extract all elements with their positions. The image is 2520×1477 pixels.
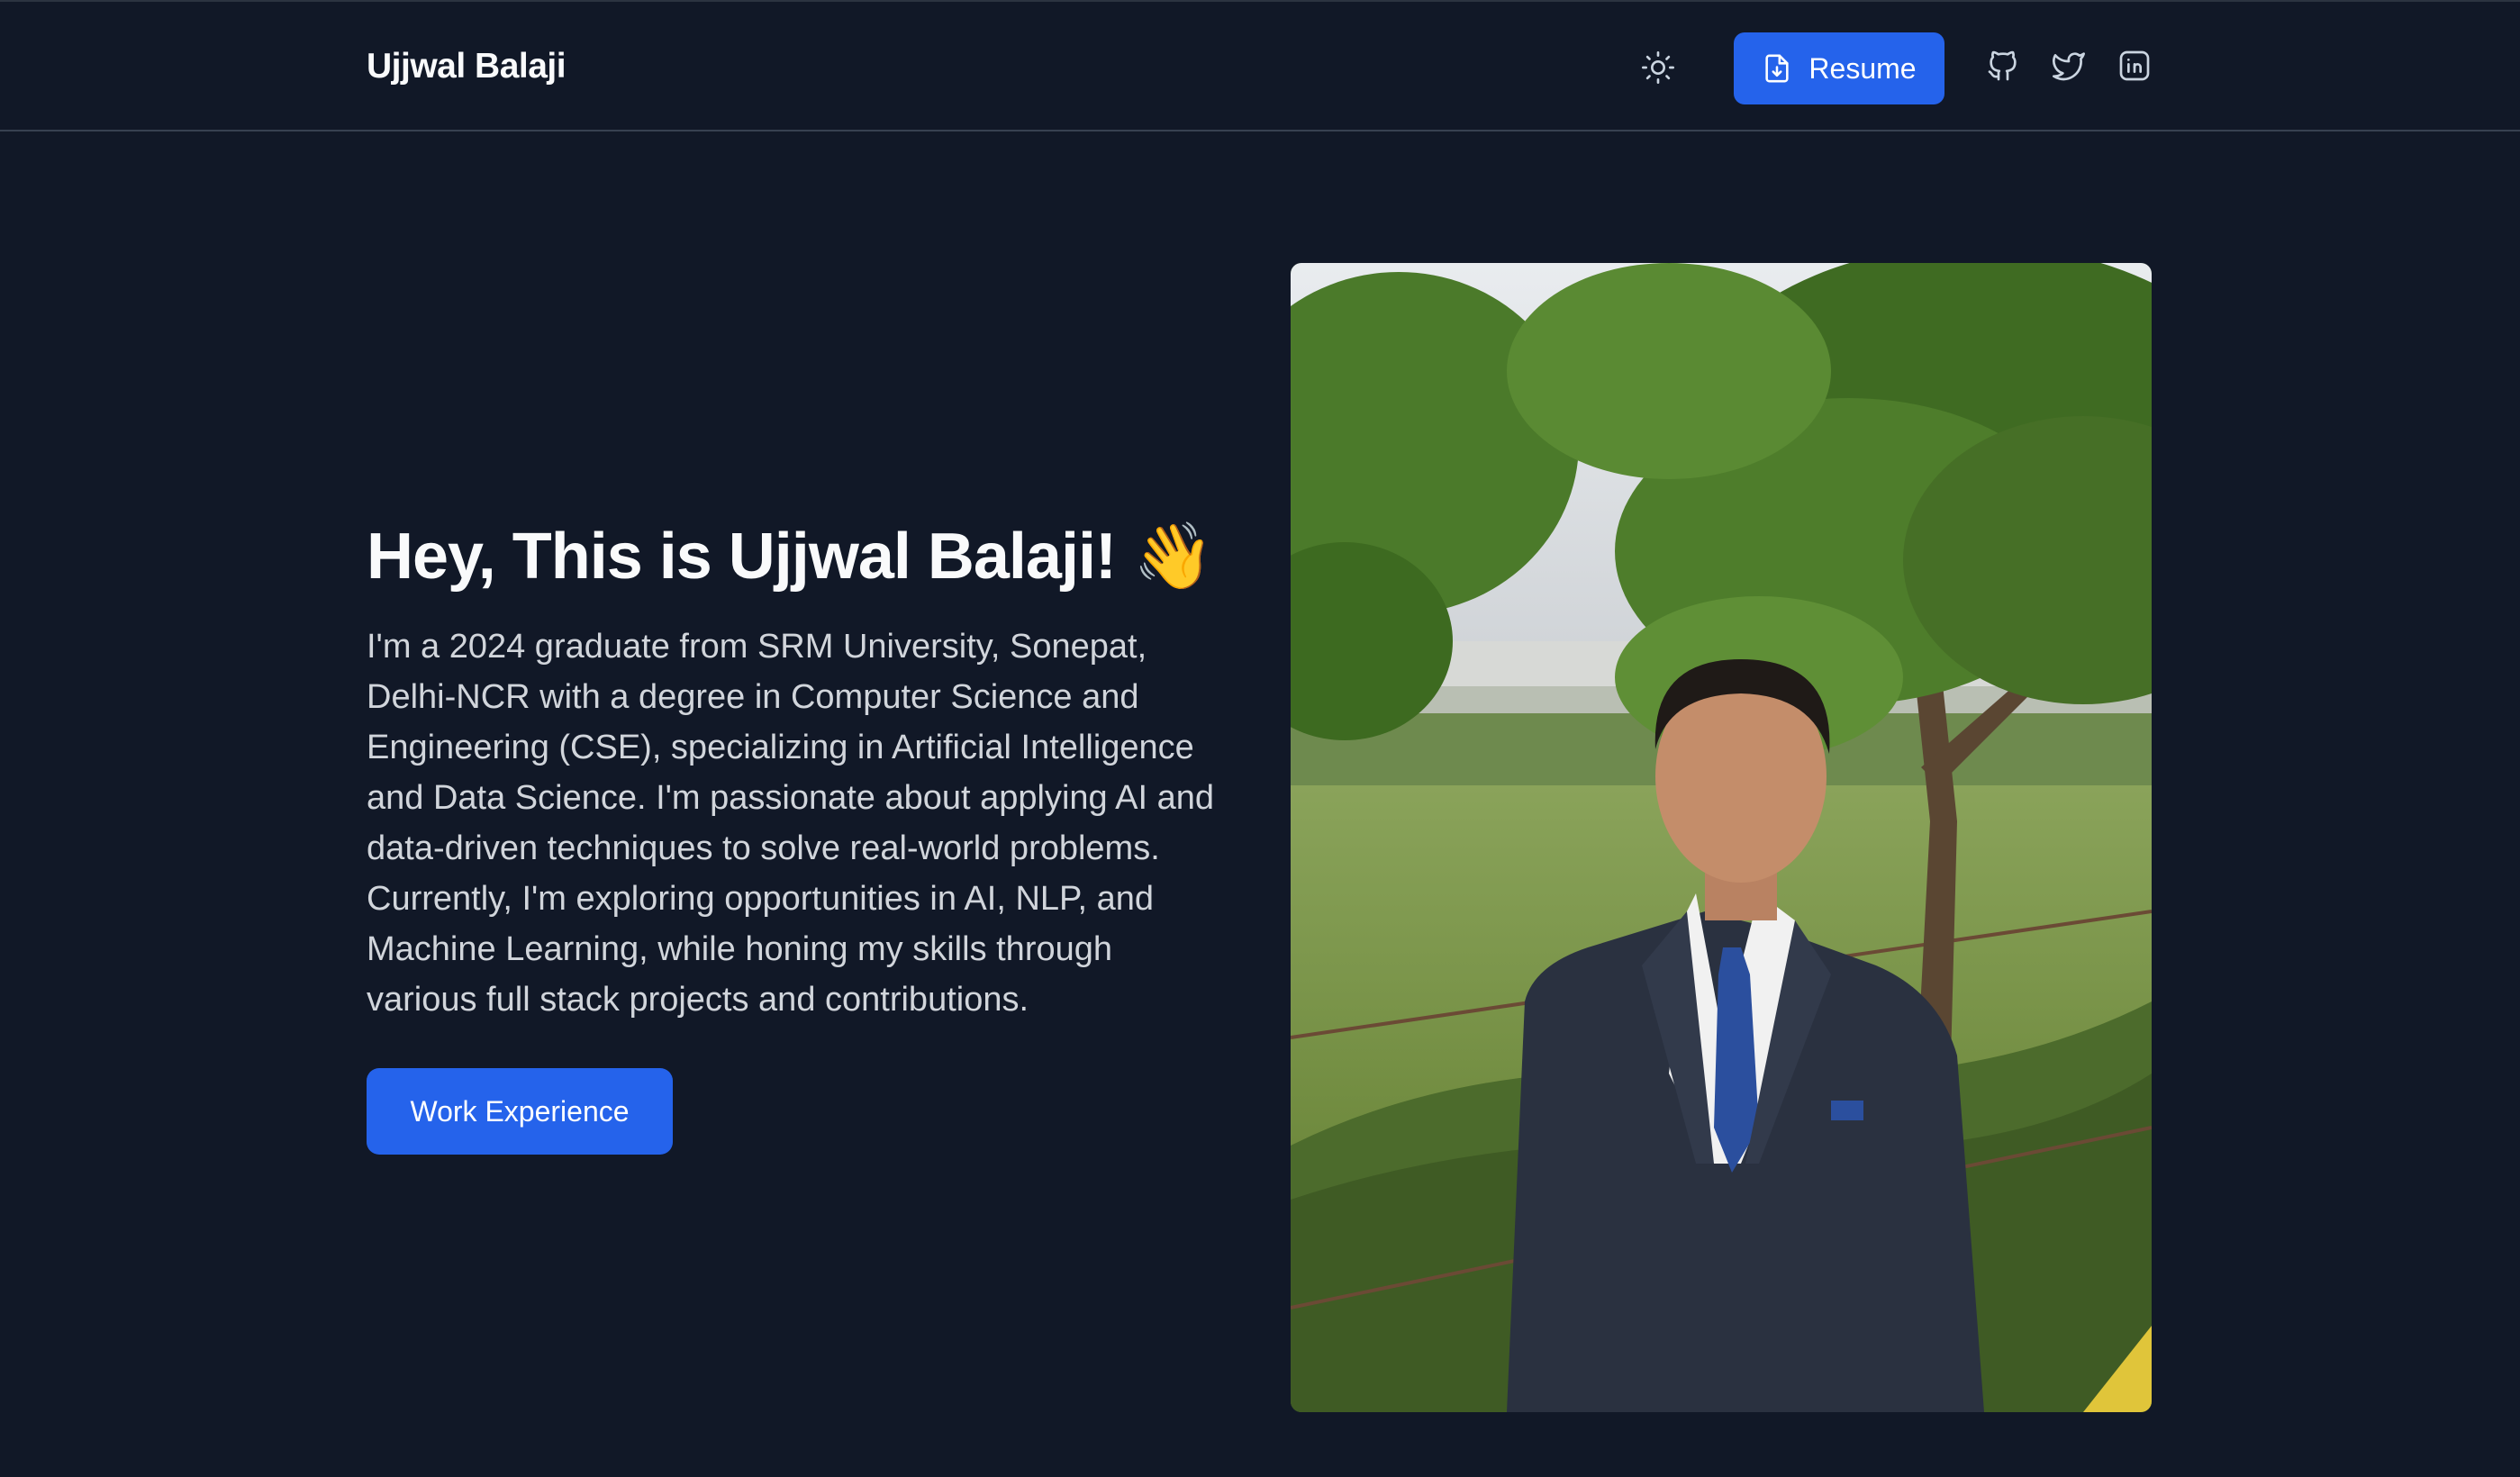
navbar: Ujjwal Balaji Resume [0, 0, 2520, 131]
profile-photo-illustration [1291, 263, 2152, 1412]
work-experience-button[interactable]: Work Experience [367, 1068, 673, 1155]
hero-description: I'm a 2024 graduate from SRM University,… [367, 628, 1215, 1019]
github-link[interactable] [1982, 47, 2024, 88]
site-brand[interactable]: Ujjwal Balaji [367, 47, 567, 86]
sun-icon [1640, 50, 1676, 90]
twitter-link[interactable] [2048, 47, 2089, 88]
twitter-icon [2051, 48, 2087, 88]
file-download-icon [1762, 53, 1792, 84]
waving-hand-icon: 👋 [1132, 518, 1214, 594]
linkedin-icon [2117, 48, 2153, 88]
github-icon [1985, 48, 2021, 88]
theme-toggle-button[interactable] [1636, 47, 1681, 92]
resume-label: Resume [1808, 51, 1917, 85]
hero-title: Hey, This is Ujjwal Balaji! 👋 [367, 518, 1214, 594]
resume-button[interactable]: Resume [1734, 32, 1944, 104]
hero-title-text: Hey, This is Ujjwal Balaji! [367, 521, 1117, 593]
profile-photo [1291, 263, 2152, 1412]
linkedin-link[interactable] [2114, 47, 2155, 88]
